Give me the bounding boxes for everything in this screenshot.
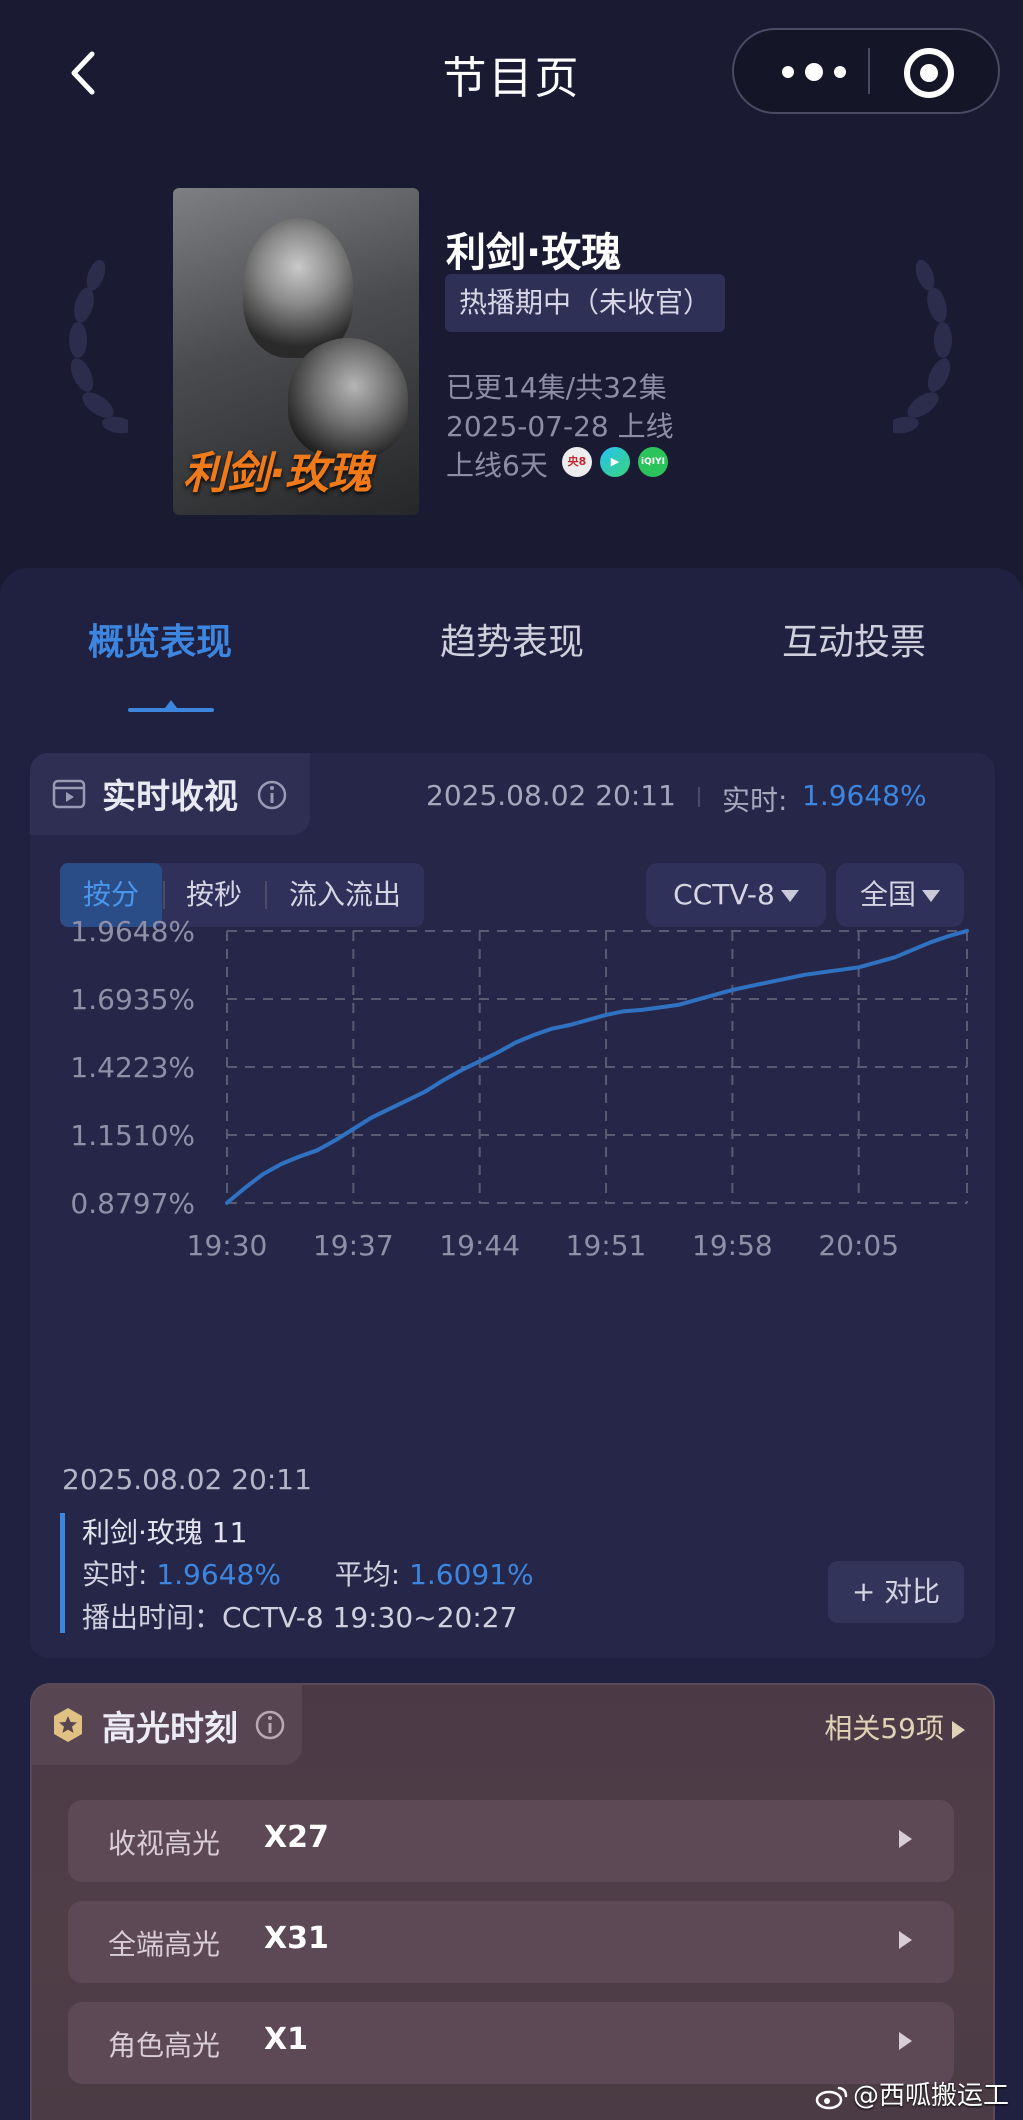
play-arrow-icon: [899, 1931, 912, 1949]
highlight-row[interactable]: 全端高光 X31: [68, 1901, 954, 1983]
highlight-label: 全端高光: [108, 1928, 221, 1961]
realtime-timestamp: 2025.08.02 20:11: [426, 779, 676, 812]
realtime-label: 实时:: [722, 784, 788, 817]
highlight-moments-panel: 高光时刻 相关59项 收视高光 X27 全端高光 X31 角色高光 X1: [30, 1683, 995, 2120]
panel-header: 实时收视: [30, 753, 310, 835]
show-name: 利剑·玫瑰: [446, 230, 622, 276]
watermark: @西呱搬运工: [815, 2075, 1009, 2112]
star-badge-icon: [54, 1708, 82, 1742]
platform-list: 央8 ▶ iQIYI: [562, 447, 668, 477]
x-tick-label: 20:05: [818, 1229, 899, 1262]
show-poster[interactable]: 利剑·玫瑰: [173, 188, 419, 515]
x-tick-label: 19:44: [439, 1229, 520, 1262]
episode-name: 利剑·玫瑰 11: [82, 1516, 248, 1549]
highlight-row[interactable]: 角色高光 X1: [68, 2002, 954, 2084]
cctv8-icon[interactable]: 央8: [562, 447, 592, 477]
x-tick-label: 19:30: [187, 1229, 268, 1262]
y-tick-label: 1.9648%: [70, 915, 195, 948]
chevron-down-icon: [780, 890, 799, 902]
poster-figure: [243, 218, 353, 358]
online-days: 上线6天: [446, 449, 548, 482]
highlight-label: 角色高光: [108, 2029, 221, 2062]
x-tick-label: 19:58: [692, 1229, 773, 1262]
top-bar: 节目页: [0, 0, 1023, 140]
panel-header: 高光时刻: [32, 1685, 302, 1765]
tv-screen-icon: [52, 779, 86, 809]
realtime-value: 1.9648%: [156, 1558, 281, 1591]
close-target-icon[interactable]: [902, 46, 956, 100]
main-card: 概览表现 趋势表现 互动投票 实时收视 2025.08.02 20:11 实时:…: [0, 568, 1023, 2120]
capsule-divider: [868, 48, 870, 94]
tab-overview[interactable]: 概览表现: [88, 613, 232, 665]
realtime-label: 实时:: [82, 1558, 148, 1591]
info-icon[interactable]: [254, 1709, 286, 1741]
iqiyi-icon[interactable]: iQIYI: [638, 447, 668, 477]
ratings-summary: 实时: 1.9648% 平均: 1.6091%: [82, 1553, 534, 1593]
tab-bar: 概览表现 趋势表现 互动投票: [0, 568, 1023, 718]
play-arrow-icon: [899, 1830, 912, 1848]
related-items-link[interactable]: 相关59项: [824, 1707, 965, 1747]
selected-timestamp: 2025.08.02 20:11: [62, 1463, 312, 1496]
play-arrow-icon: [952, 1721, 965, 1739]
air-time: 播出时间：CCTV-8 19:30~20:27: [82, 1601, 518, 1634]
highlight-count: X27: [264, 1820, 329, 1855]
series-legend-bar: [60, 1513, 65, 1633]
watermark-text: @西呱搬运工: [852, 2081, 1009, 2111]
x-tick-label: 19:37: [313, 1229, 394, 1262]
y-axis-ticks: 0.8797% 1.1510% 1.4223% 1.6935% 1.9648%: [70, 915, 195, 1220]
realtime-ratings-chart[interactable]: 0.8797% 1.1510% 1.4223% 1.6935% 1.9648% 19:3…: [30, 903, 995, 1463]
laurel-left-icon: [69, 259, 128, 434]
weibo-icon: [815, 2086, 848, 2109]
compare-button[interactable]: + 对比: [828, 1561, 964, 1623]
chevron-down-icon: [922, 890, 940, 902]
y-tick-label: 1.6935%: [70, 983, 195, 1016]
premiere-date: 2025-07-28 上线: [446, 410, 674, 443]
y-tick-label: 1.4223%: [70, 1051, 195, 1084]
info-icon[interactable]: [256, 779, 288, 811]
tab-vote[interactable]: 互动投票: [782, 613, 926, 665]
status-badge: 热播期中（未收官）: [445, 274, 726, 332]
related-count: 相关59项: [824, 1712, 944, 1745]
y-tick-label: 0.8797%: [70, 1187, 195, 1220]
panel-title: 实时收视: [102, 777, 238, 817]
poster-title: 利剑·玫瑰: [183, 448, 372, 499]
realtime-ratings-panel: 实时收视 2025.08.02 20:11 实时: 1.9648% 按分 按秒 …: [30, 753, 995, 1658]
average-label: 平均:: [334, 1558, 401, 1591]
divider: [698, 787, 700, 807]
average-value: 1.6091%: [409, 1558, 534, 1591]
mini-program-capsule: [732, 28, 1000, 114]
play-arrow-icon: [899, 2032, 912, 2050]
tab-trend[interactable]: 趋势表现: [440, 613, 584, 665]
laurel-right-icon: [893, 259, 952, 434]
chart-grid: [226, 930, 968, 1204]
highlight-row[interactable]: 收视高光 X27: [68, 1800, 954, 1882]
x-axis-ticks: 19:30 19:37 19:44 19:51 19:58 20:05: [187, 1229, 899, 1262]
highlight-count: X1: [264, 2022, 309, 2057]
highlight-label: 收视高光: [108, 1827, 221, 1860]
panel-title: 高光时刻: [102, 1709, 238, 1749]
highlight-count: X31: [264, 1921, 329, 1956]
episode-count: 已更14集/共32集: [446, 371, 667, 404]
tv-platform-icon[interactable]: ▶: [600, 447, 630, 477]
x-tick-label: 19:51: [566, 1229, 647, 1262]
y-tick-label: 1.1510%: [70, 1119, 195, 1152]
more-icon[interactable]: [774, 52, 854, 92]
realtime-value: 1.9648%: [802, 779, 927, 812]
tab-indicator: [128, 700, 214, 712]
